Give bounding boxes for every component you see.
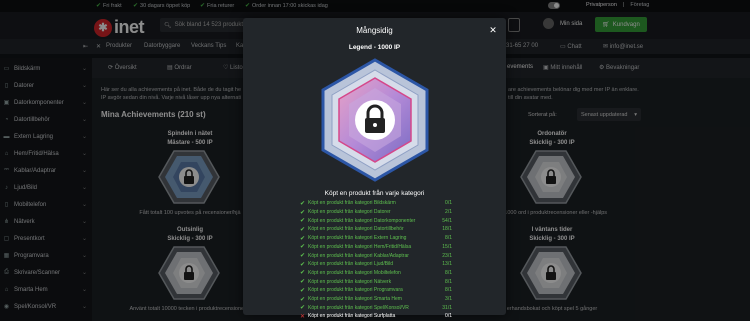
requirement-label: Köpt en produkt från kategori Surfplatta bbox=[308, 313, 396, 320]
requirement-count: 8/1 bbox=[445, 235, 452, 242]
requirement-label: Köpt en produkt från kategori Datorkompo… bbox=[308, 217, 416, 224]
requirement-count: 13/1 bbox=[442, 261, 452, 268]
requirement-row: ✔ Köpt en produkt från kategori Nätverk 8/… bbox=[300, 277, 452, 286]
cross-icon: ✕ bbox=[300, 313, 306, 320]
check-icon: ✔ bbox=[300, 244, 306, 251]
requirement-count: 8/1 bbox=[445, 287, 452, 294]
check-icon: ✔ bbox=[300, 287, 306, 294]
requirement-row: ✕ Köpt en produkt från kategori Surfplatt… bbox=[300, 312, 452, 321]
requirement-count: 3/1 bbox=[445, 296, 452, 303]
requirement-row: ✔ Köpt en produkt från kategori Ljud/Bild… bbox=[300, 260, 452, 269]
check-icon: ✔ bbox=[300, 209, 306, 216]
requirement-label: Köpt en produkt från kategori Kablar/Ada… bbox=[308, 252, 409, 259]
requirement-label: Köpt en produkt från kategori Ljud/Bild bbox=[308, 261, 394, 268]
requirement-label: Köpt en produkt från kategori Mobiltelef… bbox=[308, 269, 401, 276]
requirement-count: 15/1 bbox=[442, 243, 452, 250]
requirement-label: Köpt en produkt från kategori Extern Lag… bbox=[308, 235, 407, 242]
check-icon: ✔ bbox=[300, 253, 306, 260]
requirement-row: ✔ Köpt en produkt från kategori Hem/Friti… bbox=[300, 243, 452, 252]
check-icon: ✔ bbox=[300, 235, 306, 242]
requirement-count: 8/1 bbox=[445, 269, 452, 276]
requirement-count: 18/1 bbox=[442, 226, 452, 233]
requirement-label: Köpt en produkt från kategori Bildskärm bbox=[308, 200, 396, 207]
achievement-modal: Mångsidig ✕ Legend - 1000 IP Köpt en pro… bbox=[243, 18, 506, 320]
requirement-row: ✔ Köpt en produkt från kategori Smarta He… bbox=[300, 295, 452, 304]
requirement-row: ✔ Köpt en produkt från kategori Datortill… bbox=[300, 225, 452, 234]
requirement-label: Köpt en produkt från kategori Programvar… bbox=[308, 287, 403, 294]
check-icon: ✔ bbox=[300, 296, 306, 303]
legend-badge bbox=[319, 58, 431, 187]
requirement-label: Köpt en produkt från kategori Hem/Fritid… bbox=[308, 243, 412, 250]
requirement-count: 31/1 bbox=[442, 304, 452, 311]
check-icon: ✔ bbox=[300, 305, 306, 312]
close-icon[interactable]: ✕ bbox=[487, 24, 499, 36]
requirement-count: 23/1 bbox=[442, 252, 452, 259]
modal-description: Köpt en produkt från varje kategori bbox=[324, 190, 425, 197]
requirement-label: Köpt en produkt från kategori Datorer bbox=[308, 209, 391, 216]
requirement-label: Köpt en produkt från kategori Datortillb… bbox=[308, 226, 404, 233]
requirement-count: 8/1 bbox=[445, 278, 452, 285]
requirement-count: 2/1 bbox=[445, 209, 452, 216]
requirement-row: ✔ Köpt en produkt från kategori Extern La… bbox=[300, 234, 452, 243]
legend-badge-icon bbox=[321, 58, 429, 182]
modal-title: Mångsidig bbox=[356, 26, 393, 35]
check-icon: ✔ bbox=[300, 279, 306, 286]
requirement-count: 54/1 bbox=[442, 217, 452, 224]
requirement-label: Köpt en produkt från kategori Smarta Hem bbox=[308, 296, 402, 303]
modal-level: Legend - 1000 IP bbox=[348, 44, 401, 51]
requirement-row: ✔ Köpt en produkt från kategori Bildskärm… bbox=[300, 199, 452, 208]
requirement-row: ✔ Köpt en produkt från kategori Mobiltele… bbox=[300, 269, 452, 278]
requirement-row: ✔ Köpt en produkt från kategori Programva… bbox=[300, 286, 452, 295]
check-icon: ✔ bbox=[300, 200, 306, 207]
check-icon: ✔ bbox=[300, 270, 306, 277]
requirement-label: Köpt en produkt från kategori Nätverk bbox=[308, 278, 392, 285]
requirement-row: ✔ Köpt en produkt från kategori Kablar/Ad… bbox=[300, 251, 452, 260]
requirement-row: ✔ Köpt en produkt från kategori Datorer 2/… bbox=[300, 208, 452, 217]
check-icon: ✔ bbox=[300, 226, 306, 233]
requirement-count: 0/1 bbox=[445, 200, 452, 207]
requirement-row: ✔ Köpt en produkt från kategori Datorkomp… bbox=[300, 216, 452, 225]
check-icon: ✔ bbox=[300, 261, 306, 268]
check-icon: ✔ bbox=[300, 218, 306, 225]
requirement-label: Köpt en produkt från kategori Spel/Konso… bbox=[308, 304, 409, 311]
requirement-count: 0/1 bbox=[445, 313, 452, 320]
requirement-row: ✔ Köpt en produkt från kategori Spel/Kons… bbox=[300, 303, 452, 312]
